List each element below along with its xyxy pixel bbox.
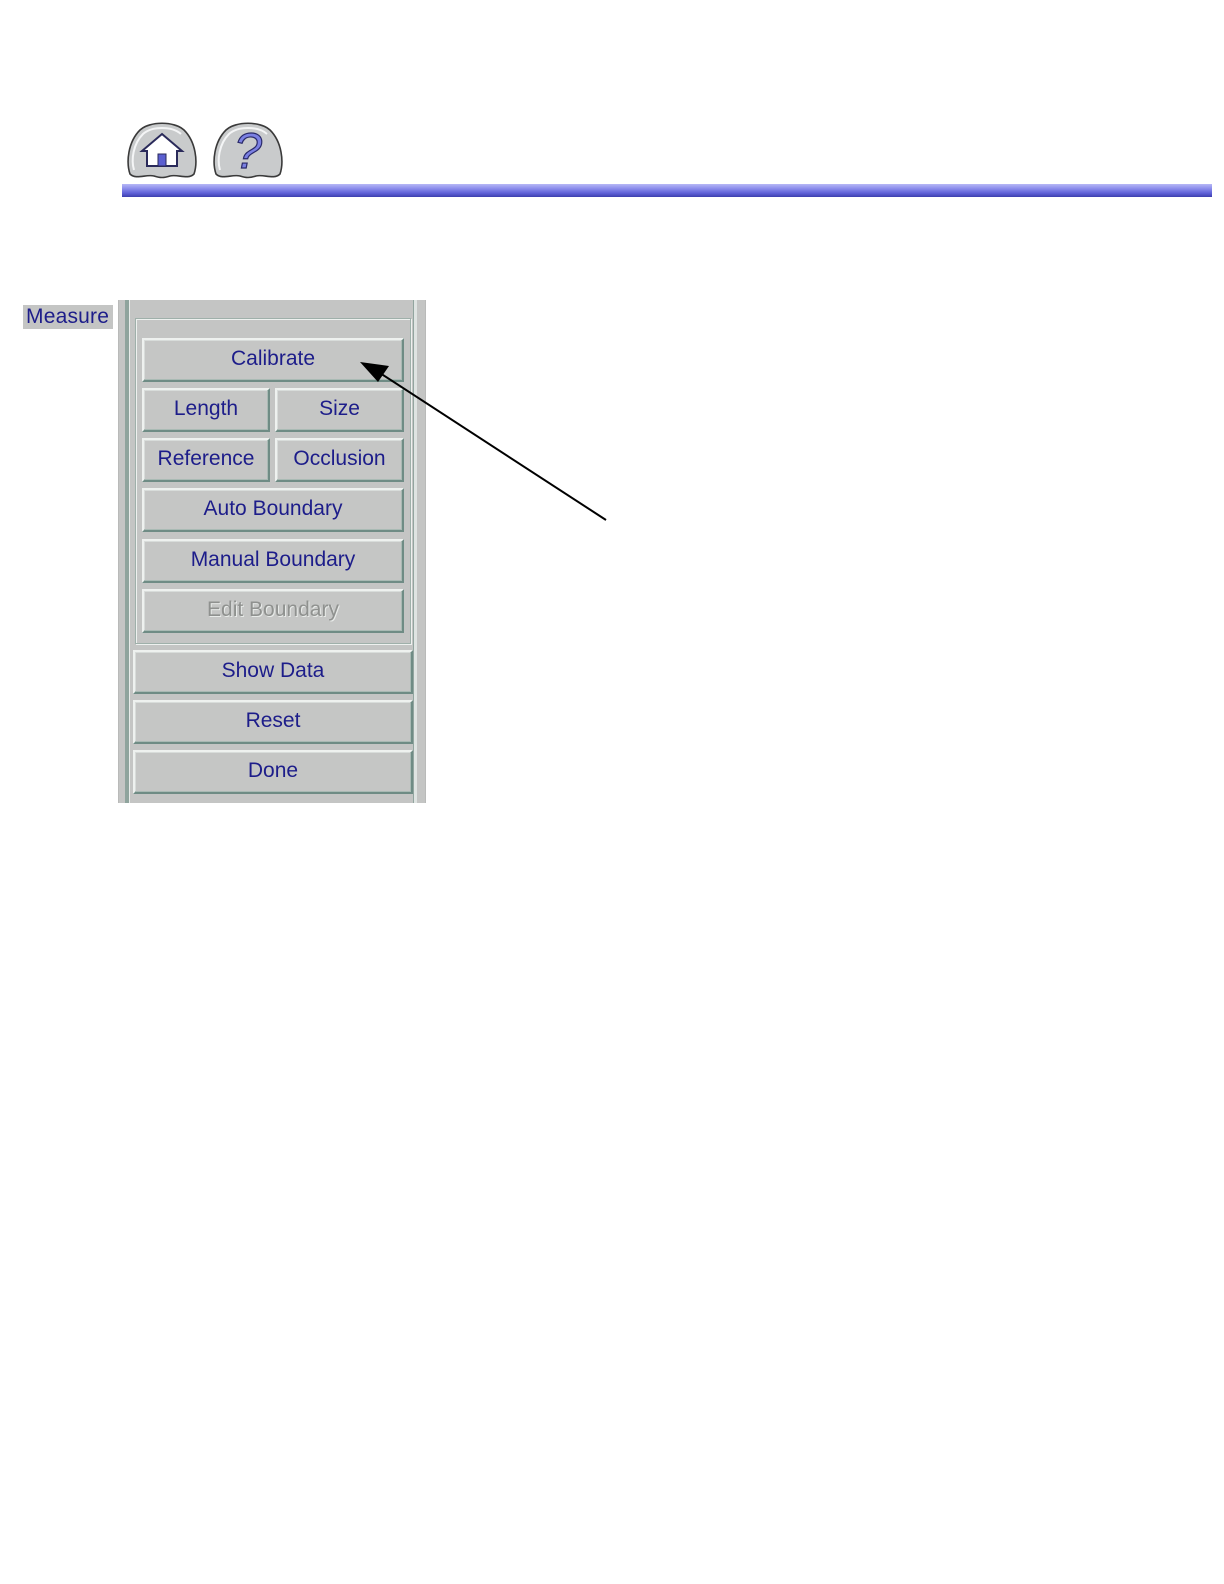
help-button[interactable]: ? <box>210 118 286 180</box>
reset-button[interactable]: Reset <box>133 700 413 744</box>
show-data-button[interactable]: Show Data <box>133 650 413 694</box>
home-icon <box>127 122 197 179</box>
header-rule <box>122 184 1212 197</box>
occlusion-button[interactable]: Occlusion <box>275 438 404 482</box>
home-button[interactable] <box>124 118 200 180</box>
panel-edge <box>413 300 417 803</box>
help-glyph: ? <box>234 123 262 179</box>
auto-boundary-button[interactable]: Auto Boundary <box>142 488 404 532</box>
done-button[interactable]: Done <box>133 750 413 794</box>
panel-edge <box>125 300 130 803</box>
calibrate-button[interactable]: Calibrate <box>142 338 404 382</box>
reference-button[interactable]: Reference <box>142 438 270 482</box>
help-icon: ? <box>213 122 283 180</box>
measure-group-label: Measure <box>23 305 114 329</box>
length-button[interactable]: Length <box>142 388 270 432</box>
size-button[interactable]: Size <box>275 388 404 432</box>
manual-boundary-button[interactable]: Manual Boundary <box>142 539 404 583</box>
edit-boundary-button: Edit Boundary <box>142 589 404 633</box>
